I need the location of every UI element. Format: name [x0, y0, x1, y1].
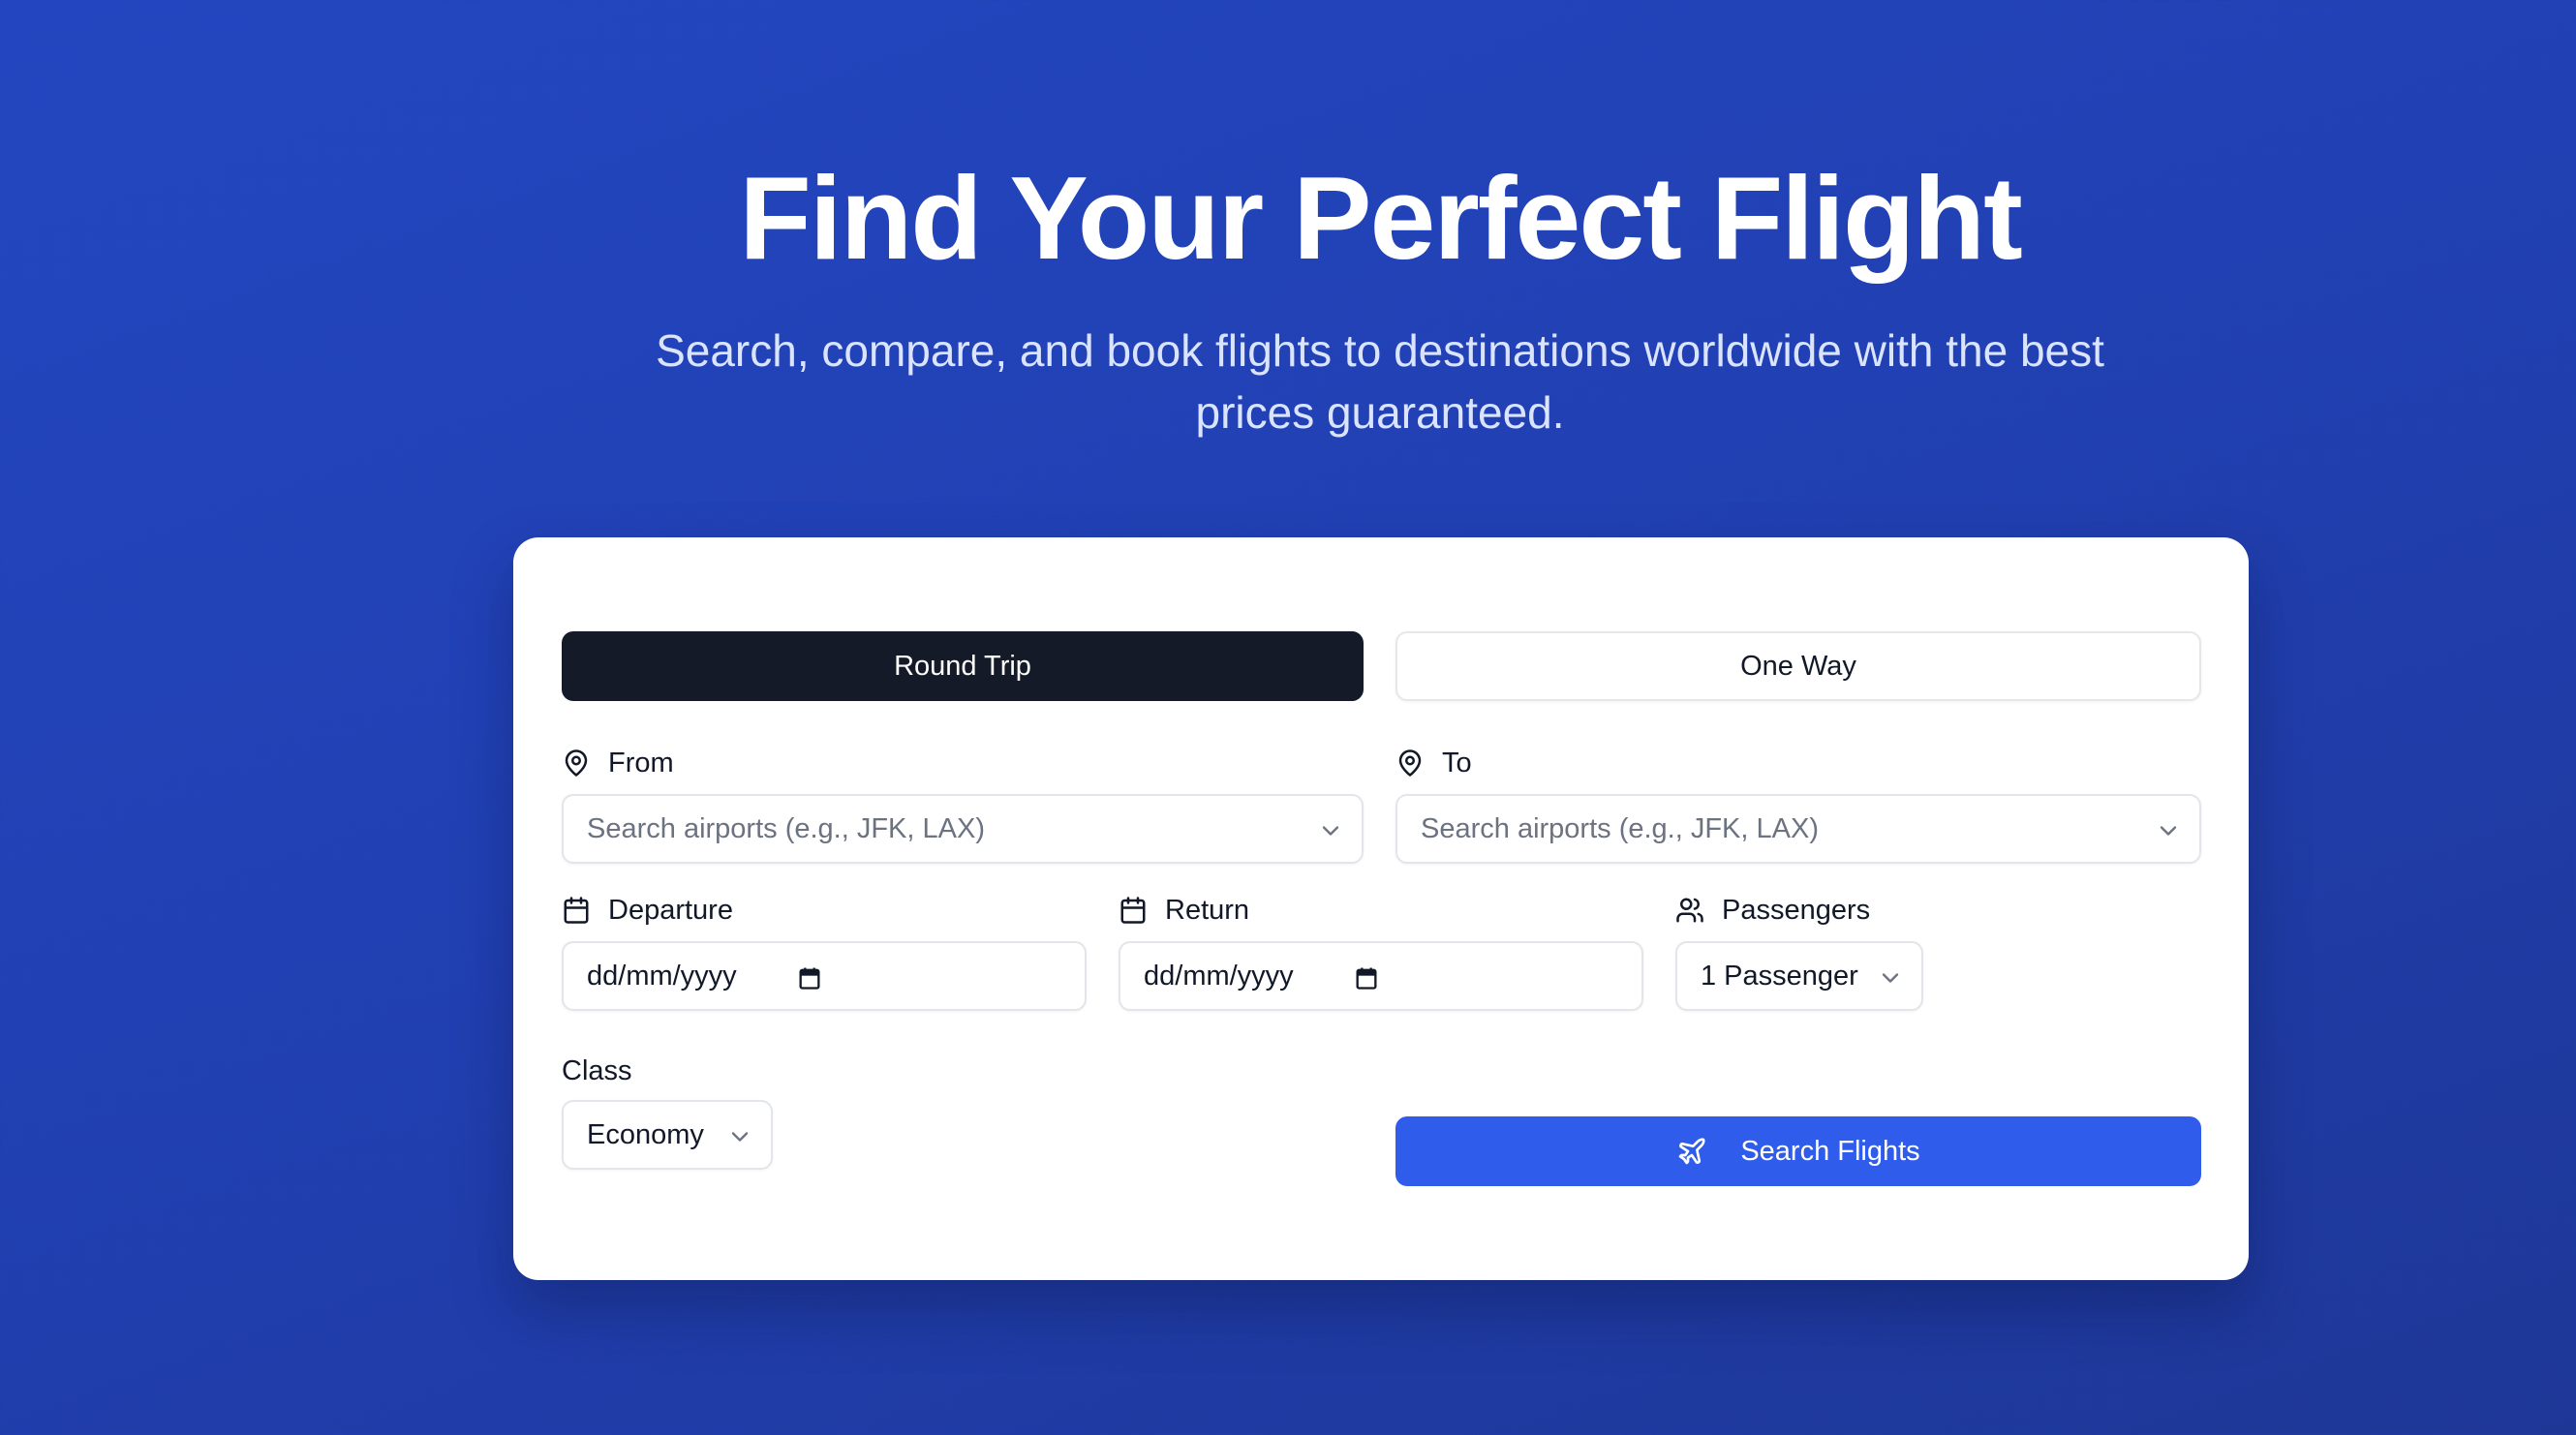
passengers-value: 1 Passenger	[1701, 960, 1858, 992]
to-label: To	[1395, 744, 1472, 782]
class-label: Class	[562, 1052, 632, 1090]
passengers-label-text: Passengers	[1722, 894, 1871, 926]
round-trip-label: Round Trip	[894, 650, 1031, 682]
from-label-text: From	[608, 747, 674, 779]
departure-label: Departure	[562, 891, 733, 930]
search-flights-button[interactable]: Search Flights	[1395, 1116, 2201, 1186]
return-label-text: Return	[1165, 894, 1250, 926]
passengers-label: Passengers	[1675, 891, 1870, 930]
flight-search-card: Round Trip One Way From Search airports …	[513, 537, 2249, 1280]
calendar-icon	[1119, 896, 1148, 925]
return-label: Return	[1119, 891, 1249, 930]
departure-date-value: dd/mm/yyyy	[587, 960, 737, 992]
users-icon	[1675, 896, 1704, 925]
plane-icon	[1676, 1136, 1707, 1167]
chevron-down-icon	[1317, 817, 1344, 844]
class-select[interactable]: Economy	[562, 1100, 773, 1170]
one-way-label: One Way	[1740, 650, 1856, 682]
page-title: Find Your Perfect Flight	[739, 152, 2022, 284]
map-pin-icon	[562, 748, 591, 778]
from-placeholder: Search airports (e.g., JFK, LAX)	[587, 812, 985, 844]
departure-date-input[interactable]: dd/mm/yyyy	[562, 941, 1087, 1011]
calendar-picker-icon[interactable]	[796, 964, 823, 992]
return-date-input[interactable]: dd/mm/yyyy	[1119, 941, 1643, 1011]
to-label-text: To	[1442, 747, 1472, 779]
to-airport-select[interactable]: Search airports (e.g., JFK, LAX)	[1395, 794, 2201, 864]
one-way-tab[interactable]: One Way	[1395, 631, 2201, 701]
class-label-text: Class	[562, 1054, 632, 1086]
from-label: From	[562, 744, 674, 782]
chevron-down-icon	[2155, 817, 2182, 844]
from-airport-select[interactable]: Search airports (e.g., JFK, LAX)	[562, 794, 1364, 864]
return-date-value: dd/mm/yyyy	[1144, 960, 1294, 992]
chevron-down-icon	[1877, 964, 1904, 992]
departure-label-text: Departure	[608, 894, 733, 926]
page-subtitle: Search, compare, and book flights to des…	[656, 325, 2104, 438]
chevron-down-icon	[726, 1123, 753, 1150]
search-flights-label: Search Flights	[1740, 1135, 1920, 1167]
map-pin-icon	[1395, 748, 1425, 778]
to-placeholder: Search airports (e.g., JFK, LAX)	[1421, 812, 1819, 844]
class-value: Economy	[587, 1118, 704, 1150]
calendar-picker-icon[interactable]	[1353, 964, 1380, 992]
passengers-select[interactable]: 1 Passenger	[1675, 941, 1923, 1011]
round-trip-tab[interactable]: Round Trip	[562, 631, 1364, 701]
calendar-icon	[562, 896, 591, 925]
